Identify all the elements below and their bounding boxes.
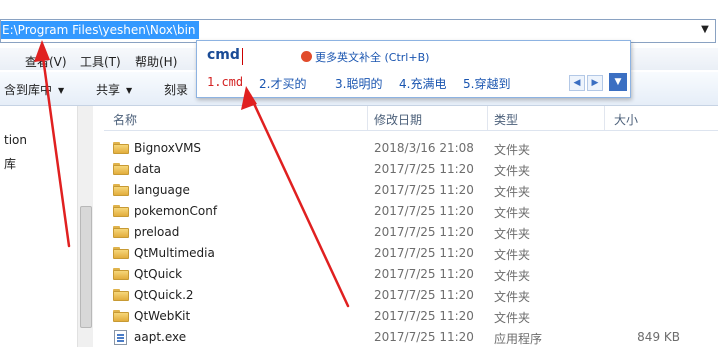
ime-candidate-2[interactable]: 2.才买的 (259, 75, 306, 92)
share-label: 共享 (96, 83, 121, 97)
ime-candidate-1[interactable]: 1.cmd (207, 75, 243, 89)
column-size[interactable]: 大小 (614, 111, 638, 128)
file-type: 文件夹 (494, 143, 531, 157)
file-type: 文件夹 (494, 206, 531, 220)
file-date: 2017/7/25 11:20 (374, 309, 474, 323)
folder-icon (113, 226, 129, 238)
file-date: 2017/7/25 11:20 (374, 288, 474, 302)
table-row[interactable]: aapt.exe 2017/7/25 11:20 应用程序 849 KB (104, 327, 718, 348)
file-date: 2017/7/25 11:20 (374, 162, 474, 176)
share-button[interactable]: 共享 ▼ (96, 81, 132, 98)
file-type: 文件夹 (494, 185, 531, 199)
column-divider[interactable] (367, 106, 368, 130)
folder-icon (113, 142, 129, 154)
ime-logo-icon (301, 51, 312, 62)
nav-item-library[interactable]: 库 (4, 155, 16, 172)
menu-tools[interactable]: 工具(T) (80, 53, 121, 70)
column-name[interactable]: 名称 (113, 111, 137, 128)
file-name: aapt.exe (134, 330, 187, 344)
file-name: QtWebKit (134, 309, 191, 323)
folder-icon (113, 310, 129, 322)
ime-english-completion-hint[interactable]: 更多英文补全 (Ctrl+B) (301, 49, 429, 65)
file-name: QtQuick (134, 267, 183, 281)
table-row[interactable]: QtQuick.2 2017/7/25 11:20 文件夹 (104, 285, 718, 306)
column-type[interactable]: 类型 (494, 111, 518, 128)
file-name: language (134, 183, 190, 197)
file-type: 应用程序 (494, 332, 543, 346)
ime-caret (242, 48, 243, 65)
ime-hint-label: 更多英文补全 (Ctrl+B) (315, 51, 430, 64)
file-date: 2017/7/25 11:20 (374, 246, 474, 260)
folder-icon (113, 289, 129, 301)
file-date: 2017/7/25 11:20 (374, 330, 474, 344)
nav-item-location[interactable]: tion (4, 133, 27, 147)
file-date: 2017/7/25 11:20 (374, 267, 474, 281)
file-date: 2017/7/25 11:20 (374, 225, 474, 239)
table-row[interactable]: language 2017/7/25 11:20 文件夹 (104, 180, 718, 201)
file-type: 文件夹 (494, 269, 531, 283)
file-name: QtMultimedia (134, 246, 215, 260)
table-row[interactable]: pokemonConf 2017/7/25 11:20 文件夹 (104, 201, 718, 222)
file-type: 文件夹 (494, 164, 531, 178)
address-path[interactable]: E:\Program Files\yeshen\Nox\bin (1, 21, 199, 39)
file-date: 2017/7/25 11:20 (374, 204, 474, 218)
file-date: 2017/7/25 11:20 (374, 183, 474, 197)
column-divider[interactable] (487, 106, 488, 130)
folder-icon (113, 268, 129, 280)
burn-button[interactable]: 刻录 (164, 81, 188, 98)
menu-help[interactable]: 帮助(H) (135, 53, 177, 70)
ime-candidate-4[interactable]: 4.充满电 (399, 75, 446, 92)
chevron-down-icon[interactable]: ▼ (698, 23, 712, 37)
include-in-library-button[interactable]: 含到库中 ▼ (4, 81, 64, 98)
file-type: 文件夹 (494, 248, 531, 262)
ime-expand-icon[interactable]: ▼ (609, 73, 627, 91)
folder-icon (113, 205, 129, 217)
folder-icon (113, 247, 129, 259)
ime-candidate-5[interactable]: 5.穿越到 (463, 75, 510, 92)
file-type: 文件夹 (494, 290, 531, 304)
exe-icon (114, 330, 127, 345)
table-row[interactable]: data 2017/7/25 11:20 文件夹 (104, 159, 718, 180)
chevron-down-icon: ▼ (126, 86, 133, 95)
ime-composition-text: cmd (207, 47, 240, 63)
chevron-down-icon: ▼ (58, 86, 65, 95)
ime-prev-page-icon[interactable]: ◀ (569, 75, 585, 91)
ime-next-page-icon[interactable]: ▶ (587, 75, 603, 91)
include-in-library-label: 含到库中 (4, 83, 53, 97)
file-size: 849 KB (637, 330, 680, 344)
ime-candidate-window: cmd 更多英文补全 (Ctrl+B) 1.cmd 2.才买的 3.聪明的 4.… (196, 40, 631, 98)
table-row[interactable]: QtWebKit 2017/7/25 11:20 文件夹 (104, 306, 718, 327)
table-row[interactable]: QtMultimedia 2017/7/25 11:20 文件夹 (104, 243, 718, 264)
scrollbar-thumb[interactable] (80, 206, 92, 328)
folder-icon (113, 184, 129, 196)
nav-scrollbar[interactable] (77, 106, 93, 347)
column-header: 名称 修改日期 类型 大小 (104, 106, 718, 131)
file-name: preload (134, 225, 180, 239)
table-row[interactable]: BignoxVMS 2018/3/16 21:08 文件夹 (104, 138, 718, 159)
file-name: data (134, 162, 162, 176)
ime-candidate-3[interactable]: 3.聪明的 (335, 75, 382, 92)
table-row[interactable]: QtQuick 2017/7/25 11:20 文件夹 (104, 264, 718, 285)
file-list: 名称 修改日期 类型 大小 BignoxVMS 2018/3/16 21:08 文件… (104, 106, 718, 347)
file-type: 文件夹 (494, 227, 531, 241)
table-row[interactable]: preload 2017/7/25 11:20 文件夹 (104, 222, 718, 243)
menu-view[interactable]: 查看(V) (25, 53, 67, 70)
file-name: BignoxVMS (134, 141, 202, 155)
file-type: 文件夹 (494, 311, 531, 325)
column-divider[interactable] (604, 106, 605, 130)
column-date[interactable]: 修改日期 (374, 111, 422, 128)
file-name: pokemonConf (134, 204, 218, 218)
folder-icon (113, 163, 129, 175)
file-date: 2018/3/16 21:08 (374, 141, 474, 155)
file-name: QtQuick.2 (134, 288, 194, 302)
